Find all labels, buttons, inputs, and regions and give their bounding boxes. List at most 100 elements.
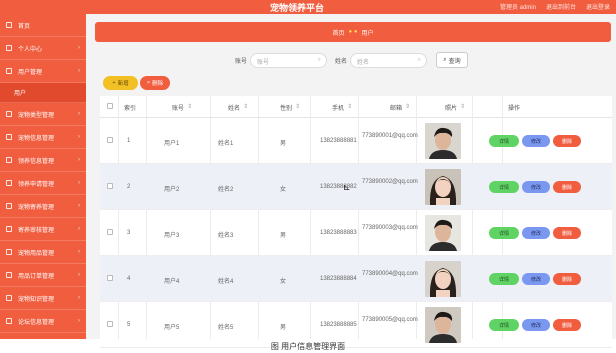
edit-button[interactable]: 修改: [522, 227, 550, 239]
select-all-checkbox[interactable]: [107, 103, 113, 109]
sidebar-item[interactable]: 宠物信息管理 ›: [0, 126, 86, 149]
goto-frontend-link[interactable]: 退出到前台: [546, 2, 576, 11]
delete-button[interactable]: 删除: [553, 135, 581, 147]
batch-delete-button[interactable]: × 删除: [140, 76, 170, 90]
column-header[interactable]: 手机: [332, 103, 344, 112]
delete-label: 删除: [152, 81, 164, 87]
name-label: 姓名: [335, 59, 348, 65]
column-header[interactable]: 操作: [508, 103, 520, 112]
column-header[interactable]: 邮箱: [390, 103, 402, 112]
add-button[interactable]: + 新增: [103, 76, 138, 90]
sort-icon[interactable]: ⇕: [243, 103, 248, 110]
breadcrumb-home[interactable]: 首页: [333, 28, 345, 37]
list-icon: [6, 134, 12, 140]
cell-name: 姓名3: [218, 233, 234, 239]
table-row[interactable]: 2 用户2 姓名2 女 13823888882 773890002@qq.com 详情 修改删…: [100, 164, 612, 210]
cell-email: 773890005@qq.com: [362, 317, 418, 323]
cell-name: 姓名4: [218, 279, 234, 285]
sidebar-item[interactable]: 寄养审核管理 ›: [0, 218, 86, 241]
close-icon: ×: [146, 80, 151, 86]
row-checkbox[interactable]: [107, 183, 113, 189]
cell-gender: 男: [280, 325, 287, 331]
query-label: 查询: [448, 58, 461, 65]
table-row[interactable]: 4 用户4 姓名4 女 13823888884 773890004@qq.com 详情 修改删…: [100, 256, 612, 302]
column-header[interactable]: 姓名: [228, 103, 240, 112]
table-row[interactable]: 1 用户1 姓名1 男 13823888881 773890001@qq.com 详情 修改删…: [100, 118, 612, 164]
row-checkbox[interactable]: [107, 321, 113, 327]
detail-button[interactable]: 详情: [489, 319, 519, 331]
chevron-right-icon: ›: [78, 272, 80, 278]
users-icon: [6, 68, 12, 74]
delete-button[interactable]: 删除: [553, 227, 581, 239]
sidebar-item-label: 论坛信息管理: [18, 319, 55, 326]
book-icon: [6, 295, 12, 301]
name-search-input[interactable]: 姓名 ⌕: [350, 53, 427, 68]
edit-button[interactable]: 修改: [522, 181, 550, 193]
query-button[interactable]: ⌕ 查询: [436, 52, 468, 68]
logout-link[interactable]: 退出登录: [586, 2, 610, 11]
sidebar-item-label: 宠物类型管理: [18, 112, 55, 119]
detail-button[interactable]: 详情: [489, 181, 519, 193]
account-placeholder: 账号: [257, 60, 270, 66]
chevron-right-icon: ›: [78, 203, 80, 209]
cell-account: 用户1: [164, 141, 180, 147]
row-checkbox[interactable]: [107, 137, 113, 143]
add-label: 新增: [117, 81, 129, 87]
sidebar-item[interactable]: 个人中心 ›: [0, 37, 86, 60]
column-header[interactable]: 性别: [280, 103, 292, 112]
sort-icon[interactable]: ⇕: [460, 103, 465, 110]
cell-phone: 13823888883: [320, 230, 357, 236]
table-row[interactable]: 3 用户3 姓名3 男 13823888883 773890003@qq.com 详情 修改删…: [100, 210, 612, 256]
cell-account: 用户5: [164, 325, 180, 331]
sidebar-item[interactable]: 宠物寄养管理 ›: [0, 195, 86, 218]
search-icon: ⌕: [317, 57, 321, 63]
detail-button[interactable]: 详情: [489, 273, 519, 285]
sort-icon[interactable]: ⇕: [405, 103, 410, 110]
sidebar-item[interactable]: 首页: [0, 14, 86, 37]
cell-gender: 女: [280, 187, 287, 193]
delete-button[interactable]: 删除: [553, 273, 581, 285]
sidebar-item[interactable]: 领养申请管理 ›: [0, 172, 86, 195]
sidebar-item[interactable]: 领养信息管理 ›: [0, 149, 86, 172]
cell-gender: 女: [280, 279, 287, 285]
cell-phone: 13823888885: [320, 322, 357, 328]
sidebar-item-label: 个人中心: [18, 46, 43, 53]
account-search-input[interactable]: 账号 ⌕: [250, 53, 327, 68]
sidebar-item-label: 宠物信息管理: [18, 135, 55, 142]
cell-name: 姓名2: [218, 187, 234, 193]
sidebar-item[interactable]: 用品订单管理 ›: [0, 264, 86, 287]
main-content: 首页 ● ● 用户 账号 账号 ⌕ 姓名 姓名 ⌕ ⌕ 查询 + 新增 × 删除…: [86, 14, 616, 348]
edit-button[interactable]: 修改: [522, 273, 550, 285]
edit-button[interactable]: 修改: [522, 135, 550, 147]
sort-icon[interactable]: ⇕: [295, 103, 300, 110]
sidebar-item[interactable]: 宠物类型管理 ›: [0, 103, 86, 126]
cell-account: 用户3: [164, 233, 180, 239]
sort-icon[interactable]: ⇕: [347, 103, 352, 110]
detail-button[interactable]: 详情: [489, 227, 519, 239]
edit-button[interactable]: 修改: [522, 319, 550, 331]
breadcrumb-current: 用户: [361, 30, 374, 37]
app-window: 宠物领养平台 管理员 admin 退出到前台 退出登录 首页 个人中心 › 用户管理 ›…: [0, 0, 616, 353]
sidebar-item[interactable]: 宠物用品管理 ›: [0, 241, 86, 264]
detail-button[interactable]: 详情: [489, 135, 519, 147]
sidebar-item[interactable]: 用户管理 ›: [0, 60, 86, 83]
chevron-right-icon: ›: [78, 295, 80, 301]
sort-icon[interactable]: ⇕: [187, 103, 192, 110]
delete-button[interactable]: 删除: [553, 319, 581, 331]
column-header[interactable]: 照片: [445, 103, 457, 112]
top-right-links: 管理员 admin 退出到前台 退出登录: [500, 2, 610, 11]
sidebar-item[interactable]: 用户: [0, 83, 86, 103]
column-header[interactable]: 索引: [124, 103, 136, 112]
sidebar-item-label: 宠物用品管理: [18, 250, 55, 257]
row-checkbox[interactable]: [107, 229, 113, 235]
column-header[interactable]: 账号: [172, 103, 184, 112]
sidebar-item[interactable]: 宠物知识管理 ›: [0, 287, 86, 310]
chevron-right-icon: ›: [78, 134, 80, 140]
sidebar-item[interactable]: 论坛信息管理 ›: [0, 310, 86, 333]
sidebar-item-label: 寄养审核管理: [18, 227, 55, 234]
row-checkbox[interactable]: [107, 275, 113, 281]
delete-button[interactable]: 删除: [553, 181, 581, 193]
cell-account: 用户4: [164, 279, 180, 285]
cell-phone: 13823888881: [320, 138, 357, 144]
app-title: 宠物领养平台: [270, 3, 325, 13]
